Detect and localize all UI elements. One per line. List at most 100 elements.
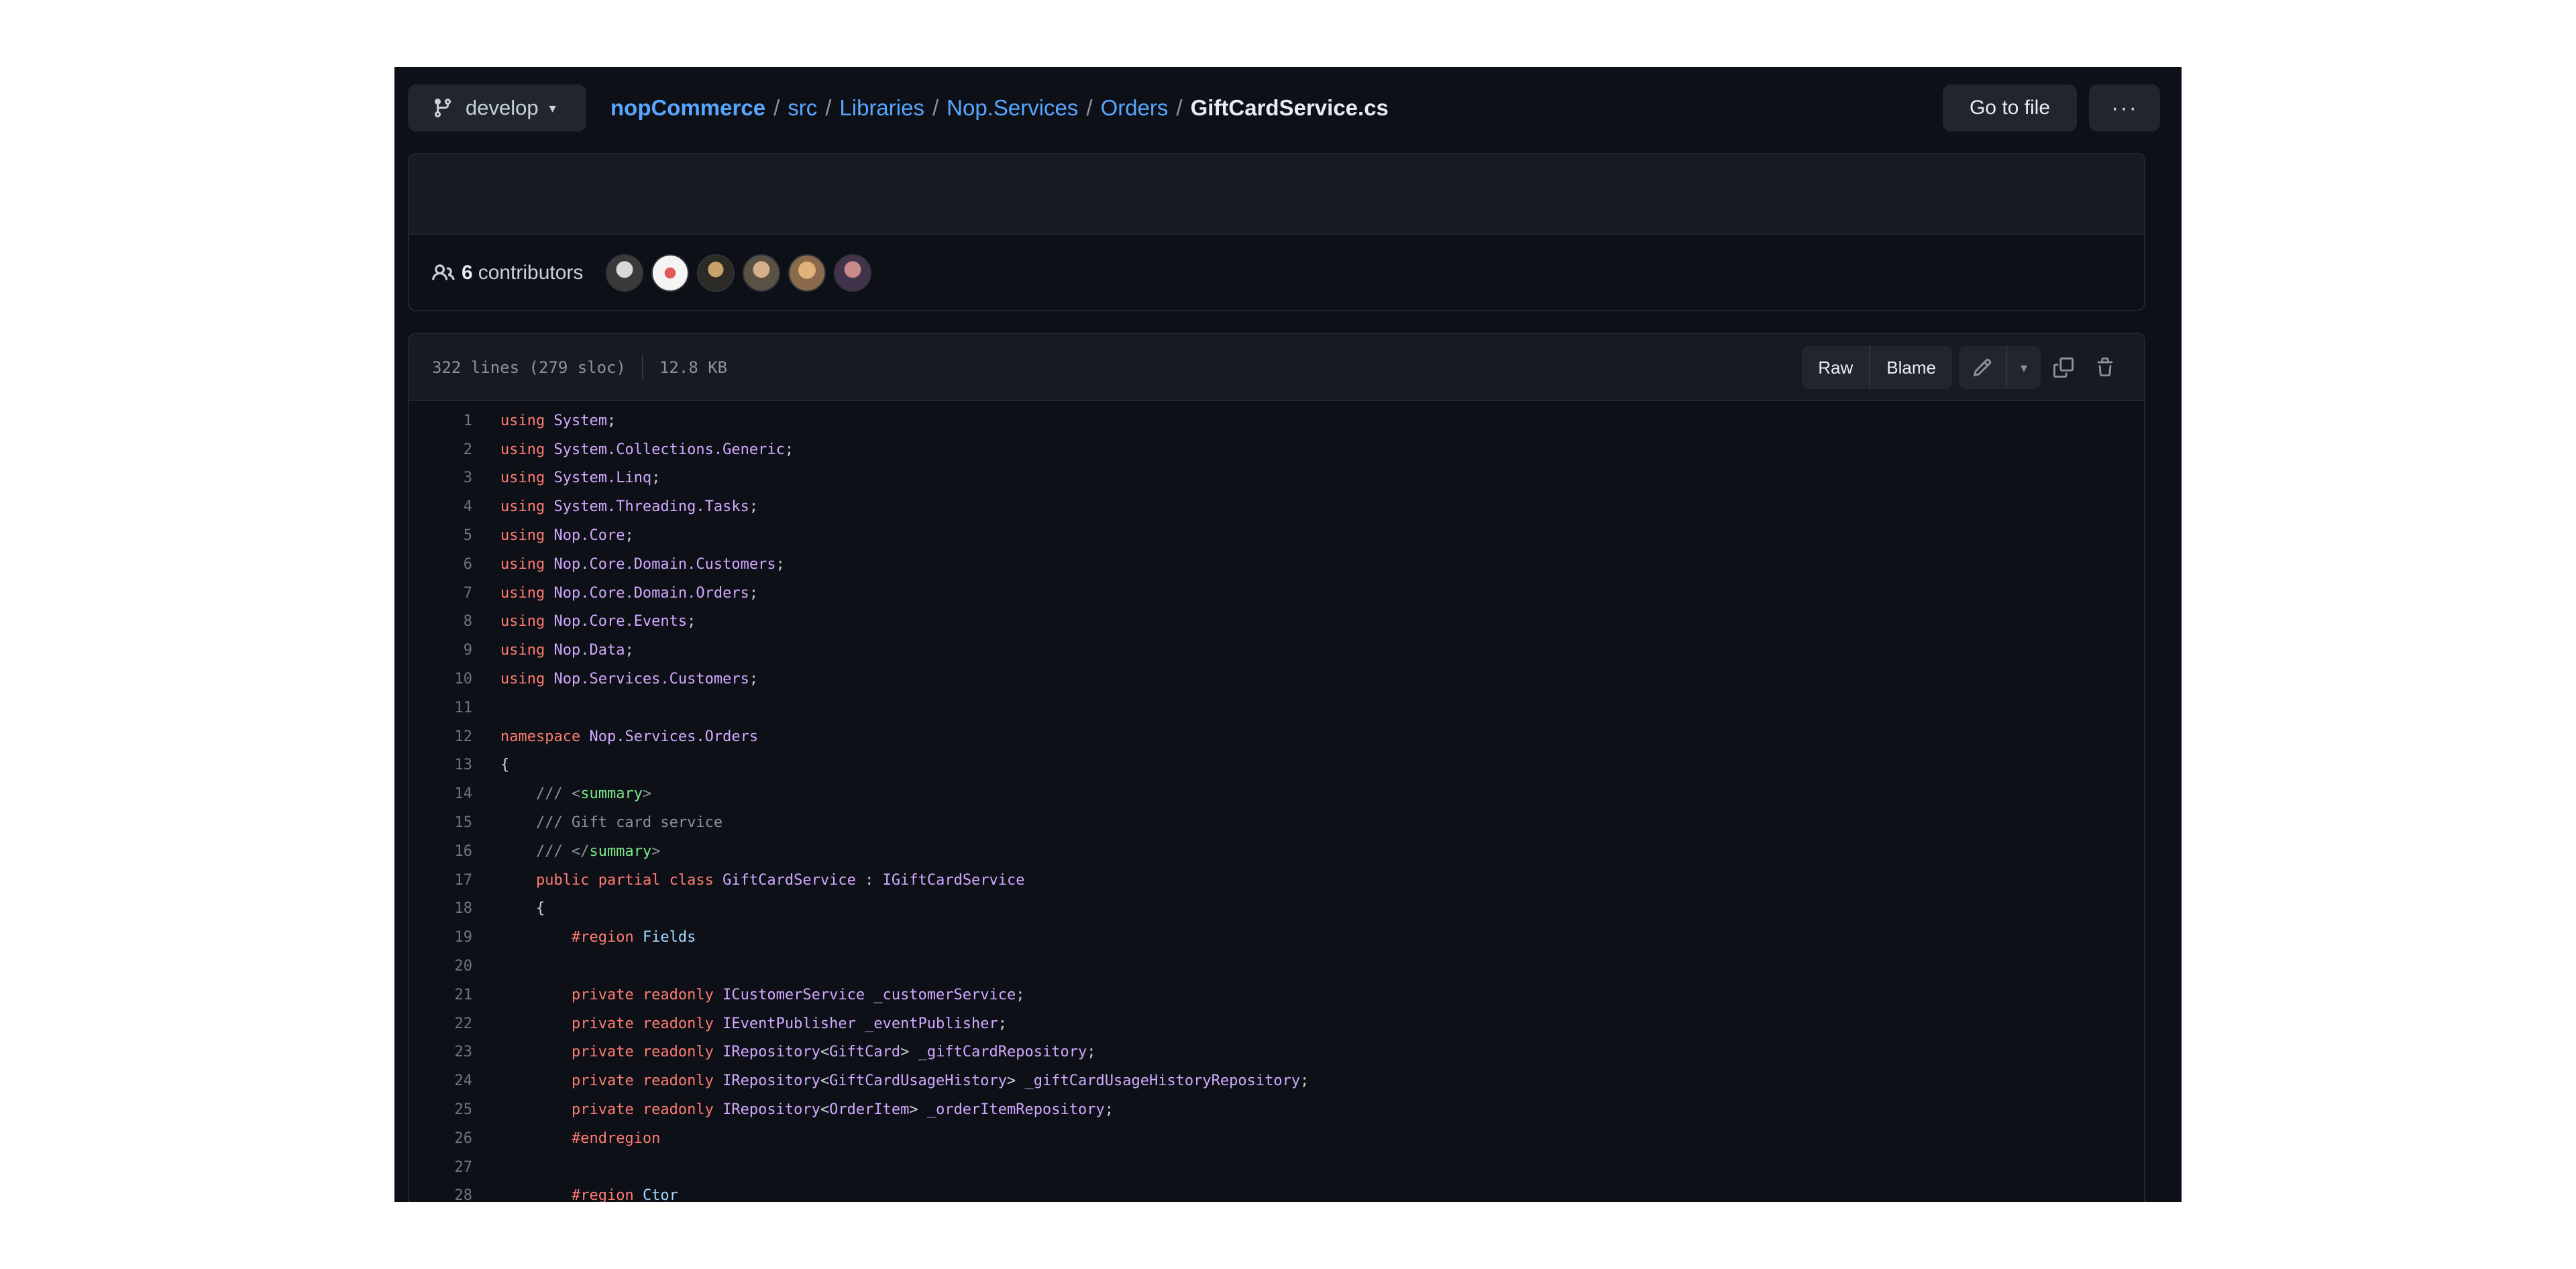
line-number[interactable]: 17 (409, 872, 473, 889)
line-number[interactable]: 8 (409, 613, 472, 630)
code-line: 12 namespace Nop.Services.Orders (409, 722, 2144, 751)
code-line: 6 using Nop.Core.Domain.Customers; (409, 550, 2144, 579)
breadcrumb-link-orders[interactable]: Orders (1101, 95, 1169, 121)
line-number[interactable]: 28 (409, 1187, 473, 1202)
file-header: 322 lines (279 sloc) 12.8 KB Raw Blame ▾ (409, 334, 2144, 401)
code-text: using Nop.Core.Domain.Customers; (500, 555, 785, 573)
latest-commit-box: 6 contributors (408, 153, 2145, 311)
branch-selector-button[interactable]: develop ▾ (408, 85, 586, 131)
line-number[interactable]: 7 (409, 585, 472, 602)
avatar[interactable] (697, 254, 735, 292)
avatar[interactable] (743, 254, 781, 292)
code-text: #endregion (571, 1129, 661, 1147)
avatar[interactable] (788, 254, 826, 292)
code-text: using System.Threading.Tasks; (500, 498, 759, 516)
line-number[interactable]: 3 (409, 470, 472, 486)
line-number[interactable]: 25 (409, 1101, 473, 1118)
code-line: 18 { (409, 895, 2144, 924)
delete-file-button[interactable] (2086, 346, 2124, 389)
line-number[interactable]: 27 (409, 1159, 473, 1176)
line-number[interactable]: 19 (409, 929, 473, 946)
line-number[interactable]: 6 (409, 556, 472, 573)
code-text: using Nop.Core.Domain.Orders; (500, 584, 759, 602)
line-number[interactable]: 12 (409, 728, 473, 745)
line-number[interactable]: 2 (409, 441, 472, 458)
code-text: private readonly IRepository<OrderItem> … (571, 1101, 1114, 1119)
breadcrumb-link-libraries[interactable]: Libraries (839, 95, 924, 121)
code-line: 2 using System.Collections.Generic; (409, 435, 2144, 464)
line-number[interactable]: 14 (409, 785, 473, 802)
copy-raw-button[interactable] (2045, 346, 2082, 389)
code-text: #region Fields (571, 929, 696, 946)
line-number[interactable]: 26 (409, 1130, 473, 1147)
code-line: 10 using Nop.Services.Customers; (409, 665, 2144, 694)
line-number[interactable]: 23 (409, 1044, 473, 1060)
code-line: 23 private readonly IRepository<GiftCard… (409, 1038, 2144, 1067)
go-to-file-button[interactable]: Go to file (1943, 85, 2077, 131)
code-line: 25 private readonly IRepository<OrderIte… (409, 1095, 2144, 1124)
branch-name: develop (466, 96, 539, 119)
code-text: using System; (500, 412, 616, 429)
breadcrumb: nopCommerce / src / Libraries / Nop.Serv… (610, 85, 1389, 131)
chevron-down-icon: ▾ (549, 101, 556, 116)
code-text: private readonly IRepository<GiftCard> _… (571, 1044, 1096, 1061)
code-line: 11 (409, 694, 2144, 722)
code-line: 22 private readonly IEventPublisher _eve… (409, 1009, 2144, 1038)
contributors-row[interactable]: 6 contributors (409, 235, 2144, 310)
breadcrumb-link-src[interactable]: src (788, 95, 817, 121)
edit-button[interactable] (1959, 346, 2006, 389)
code-line: 3 using System.Linq; (409, 464, 2144, 493)
file-navigation-bar: develop ▾ nopCommerce / src / Libraries … (408, 85, 2160, 131)
contributors-label: contributors (478, 262, 584, 284)
avatar[interactable] (606, 254, 644, 292)
line-number[interactable]: 21 (409, 987, 473, 1003)
line-number[interactable]: 13 (409, 757, 473, 773)
chevron-down-icon: ▾ (2020, 360, 2027, 376)
edit-dropdown-button[interactable]: ▾ (2005, 346, 2041, 389)
line-number[interactable]: 22 (409, 1015, 473, 1032)
line-number[interactable]: 24 (409, 1072, 473, 1089)
file-content-box: 322 lines (279 sloc) 12.8 KB Raw Blame ▾… (408, 333, 2145, 1202)
line-number[interactable]: 16 (409, 843, 473, 860)
code-line: 20 (409, 952, 2144, 981)
line-number[interactable]: 15 (409, 814, 473, 831)
code-text: using Nop.Services.Customers; (500, 671, 759, 688)
code-line: 8 using Nop.Core.Events; (409, 608, 2144, 637)
raw-blame-group: Raw Blame (1802, 346, 1952, 389)
breadcrumb-repo-link[interactable]: nopCommerce (610, 95, 765, 121)
breadcrumb-link-nop-services[interactable]: Nop.Services (947, 95, 1078, 121)
code-text: using System.Linq; (500, 470, 661, 487)
more-options-button[interactable]: ··· (2089, 85, 2160, 131)
breadcrumb-separator: / (773, 95, 780, 120)
code-text: private readonly IRepository<GiftCardUsa… (571, 1072, 1309, 1090)
code-line: 1 using System; (409, 406, 2144, 435)
blame-button[interactable]: Blame (1869, 346, 1952, 389)
code-line: 15 /// Gift card service (409, 808, 2144, 837)
avatar[interactable] (651, 254, 690, 292)
breadcrumb-separator: / (825, 95, 832, 120)
line-number[interactable]: 4 (409, 498, 472, 515)
trash-icon (2097, 357, 2113, 377)
code-text: private readonly ICustomerService _custo… (571, 986, 1025, 1003)
code-view[interactable]: 1 using System; 2 using System.Collections.… (409, 401, 2144, 1202)
code-text: private readonly IEventPublisher _eventP… (571, 1015, 1008, 1032)
file-size: 12.8 KB (659, 358, 728, 377)
code-line: 26 #endregion (409, 1124, 2144, 1153)
pencil-icon (1973, 358, 1992, 377)
line-number[interactable]: 10 (409, 671, 473, 687)
line-number[interactable]: 11 (409, 700, 473, 716)
line-number[interactable]: 1 (409, 412, 472, 429)
breadcrumb-separator: / (1176, 95, 1183, 120)
line-number[interactable]: 20 (409, 958, 473, 975)
raw-button[interactable]: Raw (1802, 346, 1869, 389)
line-number[interactable]: 5 (409, 527, 472, 544)
file-line-count: 322 lines (279 sloc) (432, 358, 626, 377)
people-icon (432, 264, 455, 280)
line-number[interactable]: 9 (409, 642, 472, 659)
line-number[interactable]: 18 (409, 900, 473, 917)
code-line: 17 public partial class GiftCardService … (409, 866, 2144, 895)
code-text: public partial class GiftCardService : I… (535, 871, 1025, 889)
code-text: using System.Collections.Generic; (500, 441, 794, 458)
avatar[interactable] (834, 254, 872, 292)
code-line: 13 { (409, 751, 2144, 780)
